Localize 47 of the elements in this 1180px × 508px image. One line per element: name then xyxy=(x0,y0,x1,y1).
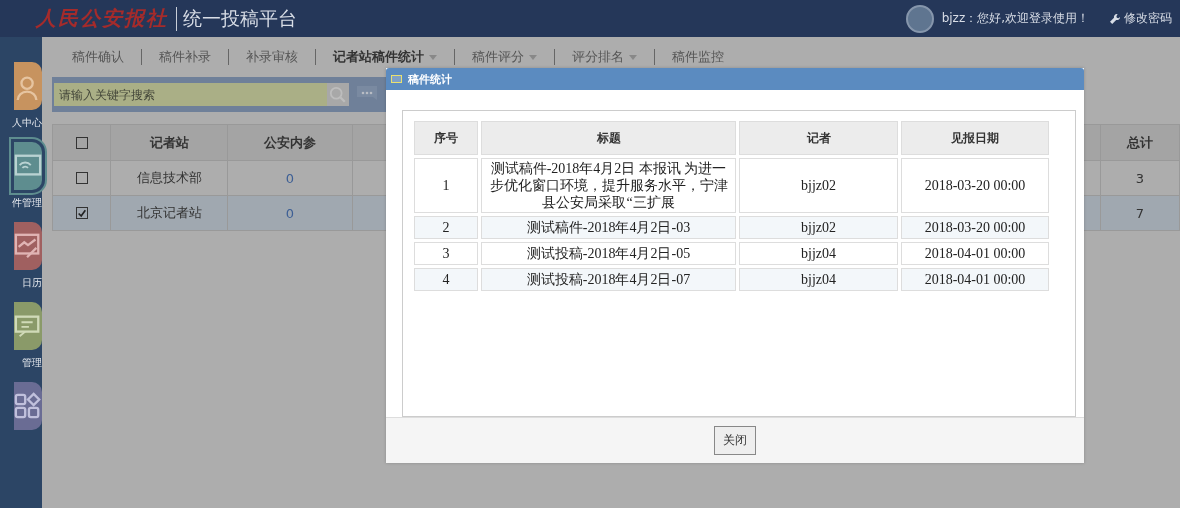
sidebar-label[interactable]: 人中心 xyxy=(12,116,42,130)
table-cell: bjjz04 xyxy=(739,268,898,291)
board-icon[interactable] xyxy=(14,302,42,350)
table-cell: 2018-04-01 00:00 xyxy=(901,242,1049,265)
checkbox[interactable] xyxy=(75,172,88,184)
sidebar-label[interactable]: 日历 xyxy=(22,276,42,290)
nav-tab[interactable]: 稿件监控 xyxy=(670,48,726,66)
welcome-text: bjzz：您好,欢迎登录使用！ xyxy=(941,10,1089,27)
column-header: 见报日期 xyxy=(901,121,1049,155)
logo-text: 人民公安报社 xyxy=(36,5,168,32)
chart-pen-icon[interactable] xyxy=(14,222,42,270)
table-cell: 2018-03-20 00:00 xyxy=(901,216,1049,239)
platform-title: 统一投稿平台 xyxy=(183,5,297,31)
table-cell: 2 xyxy=(414,216,478,239)
window-icon xyxy=(391,75,402,83)
table-cell: bjjz04 xyxy=(739,242,898,265)
nav-tab[interactable]: 稿件补录 xyxy=(157,48,213,66)
person-icon[interactable] xyxy=(14,62,42,110)
checkbox[interactable] xyxy=(75,136,88,149)
change-password-link[interactable]: 修改密码 xyxy=(1109,10,1172,27)
table-cell: 2018-04-01 00:00 xyxy=(901,268,1049,291)
checkbox[interactable] xyxy=(75,207,88,219)
dialog-title: 稿件统计 xyxy=(408,71,452,87)
column-header: 序号 xyxy=(414,121,478,155)
table-cell: 2018-03-20 00:00 xyxy=(901,158,1049,213)
table-cell: 测试稿件-2018年4月2日 本报讯 为进一步优化窗口环境，提升服务水平，宁津县公安局采取“三扩展 xyxy=(481,158,736,213)
sidebar-label[interactable]: 件管理 xyxy=(12,196,42,210)
table-cell: 测试投稿-2018年4月2日-07 xyxy=(481,268,736,291)
table-cell: 测试投稿-2018年4月2日-05 xyxy=(481,242,736,265)
nav-tab[interactable]: 稿件确认 xyxy=(70,48,126,66)
apps-icon[interactable] xyxy=(14,382,42,430)
sidebar-label[interactable]: 管理 xyxy=(22,356,42,370)
avatar-icon[interactable] xyxy=(905,4,934,33)
table-cell: bjjz02 xyxy=(739,216,898,239)
table-cell: 测试稿件-2018年4月2日-03 xyxy=(481,216,736,239)
column-header: 标题 xyxy=(481,121,736,155)
close-button[interactable]: 关闭 xyxy=(714,426,756,455)
search-field[interactable]: 请输入关键字搜索 xyxy=(54,83,327,106)
nav-tab[interactable]: 评分排名 xyxy=(570,48,639,66)
table-cell: 3 xyxy=(414,242,478,265)
nav-tab[interactable]: 稿件评分 xyxy=(470,48,539,66)
nav-tab[interactable]: 补录审核 xyxy=(244,48,300,66)
table-cell: 1 xyxy=(414,158,478,213)
wrench-icon[interactable] xyxy=(1109,12,1121,25)
table-cell: 4 xyxy=(414,268,478,291)
column-header: 记者 xyxy=(739,121,898,155)
table-cell: bjjz02 xyxy=(739,158,898,213)
